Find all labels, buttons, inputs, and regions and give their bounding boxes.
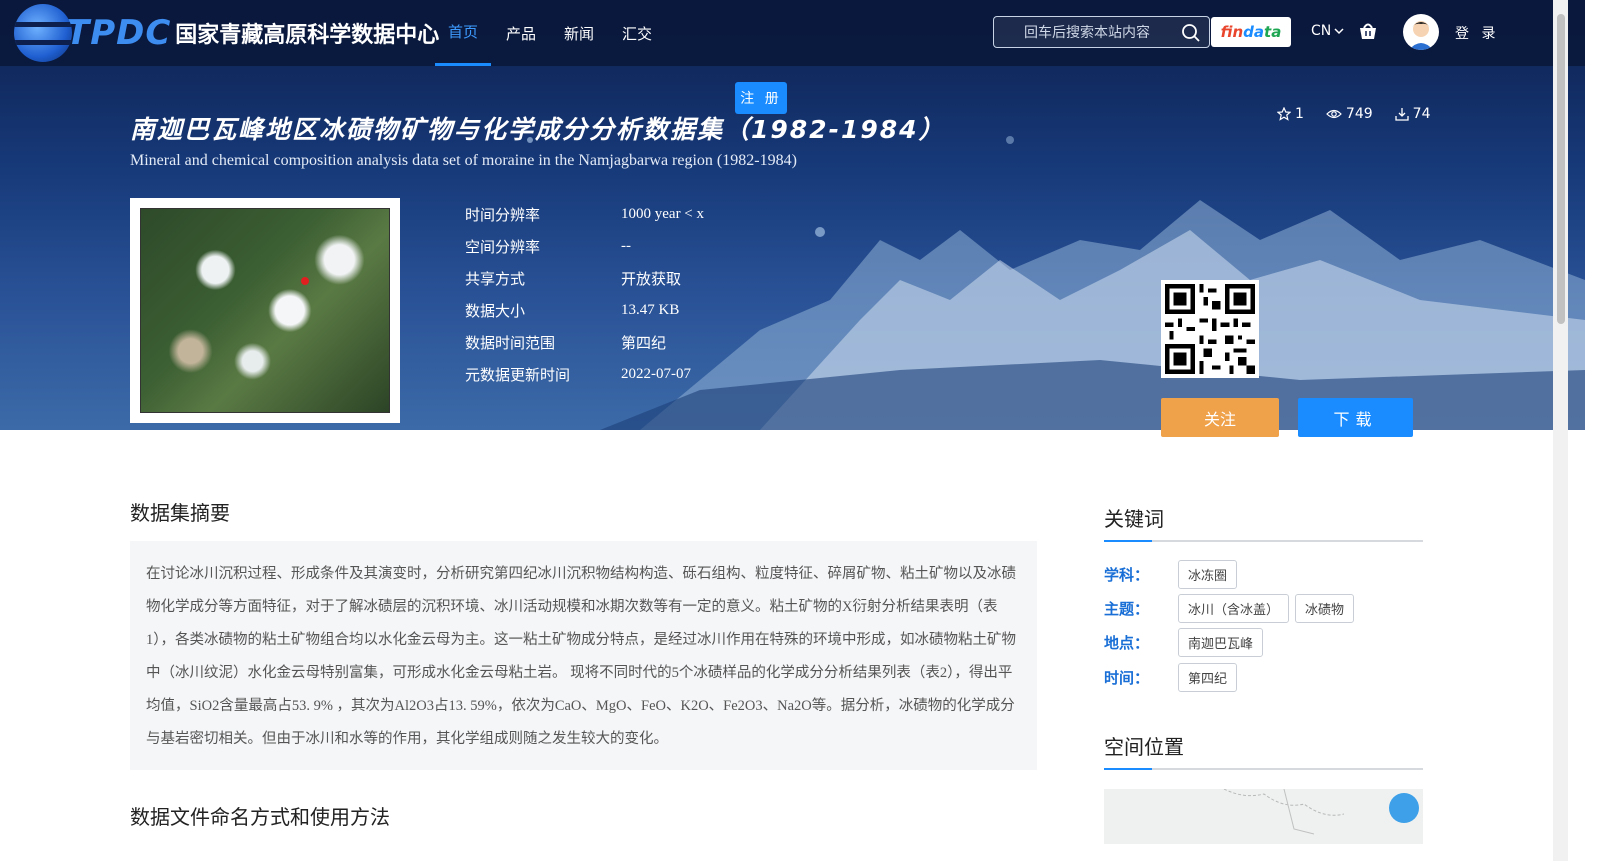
meta-value: 开放获取 <box>621 271 682 288</box>
eye-icon <box>1326 109 1342 119</box>
nav-item-products[interactable]: 产品 <box>493 0 549 66</box>
keyword-tag[interactable]: 南迦巴瓦峰 <box>1178 628 1264 657</box>
meta-key: 数据时间范围 <box>465 333 556 352</box>
scrollbar-thumb[interactable] <box>1557 14 1565 324</box>
search-box <box>993 16 1210 48</box>
page-scrollbar[interactable] <box>1553 0 1568 861</box>
follow-button[interactable]: 关注 <box>1161 398 1279 437</box>
logo-site-name: 国家青藏高原科学数据中心 <box>175 23 440 48</box>
dataset-metadata: 时间分辨率 1000 year < x 空间分辨率 -- 共享方式 开放获取 数据大小… <box>465 198 704 390</box>
meta-key: 数据大小 <box>465 301 526 320</box>
logo-tpdc-text: TPDC <box>66 13 172 53</box>
language-switcher[interactable]: CN <box>1311 23 1345 39</box>
nav-item-submit[interactable]: 汇交 <box>609 0 665 66</box>
cart-icon[interactable] <box>1357 20 1379 46</box>
site-logo[interactable]: TPDC 国家青藏高原科学数据中心 <box>14 4 439 62</box>
meta-key: 时间分辨率 <box>465 205 541 224</box>
location-heading: 空间位置 <box>1104 731 1423 770</box>
dataset-title-cn: 南迦巴瓦峰地区冰碛物矿物与化学成分分析数据集（1982-1984） <box>130 115 946 144</box>
findata-text-part1: fin <box>1220 23 1244 41</box>
meta-row: 数据时间范围 第四纪 <box>465 326 704 358</box>
meta-key: 元数据更新时间 <box>465 365 571 384</box>
search-input[interactable] <box>994 17 1164 47</box>
qr-code <box>1161 280 1259 378</box>
nav-item-news[interactable]: 新闻 <box>551 0 607 66</box>
location-map[interactable] <box>1104 789 1423 844</box>
keyword-row-subject: 学科： 冰冻圈 <box>1104 560 1243 589</box>
favorite-count[interactable]: 1 <box>1277 106 1304 122</box>
meta-row: 时间分辨率 1000 year < x <box>465 198 704 230</box>
meta-row: 元数据更新时间 2022-07-07 <box>465 358 704 390</box>
meta-key: 空间分辨率 <box>465 237 541 256</box>
keyword-row-time: 时间： 第四纪 <box>1104 663 1243 692</box>
keyword-label: 时间： <box>1104 669 1150 687</box>
language-label: CN <box>1311 23 1332 39</box>
meta-value: 13.47 KB <box>621 301 680 318</box>
abstract-text: 在讨论冰川沉积过程、形成条件及其演变时，分析研究第四纪冰川沉积物结构构造、砾石组… <box>130 541 1037 770</box>
keyword-tag[interactable]: 第四纪 <box>1178 663 1238 692</box>
download-count-value: 74 <box>1412 106 1431 122</box>
top-navbar: TPDC 国家青藏高原科学数据中心 首页 产品 新闻 汇交 findata CN… <box>0 0 1585 66</box>
keyword-label: 主题： <box>1104 600 1150 618</box>
star-icon <box>1277 107 1291 121</box>
dataset-thumbnail[interactable] <box>130 198 400 423</box>
user-avatar[interactable] <box>1403 14 1439 50</box>
keyword-tag[interactable]: 冰川（含冰盖） <box>1178 594 1290 623</box>
meta-value: 2022-07-07 <box>621 365 691 382</box>
keyword-tag[interactable]: 冰冻圈 <box>1178 560 1238 589</box>
nav-item-home[interactable]: 首页 <box>435 0 492 66</box>
location-pin-icon <box>301 277 309 285</box>
meta-value: -- <box>621 237 631 254</box>
meta-row: 空间分辨率 -- <box>465 230 704 262</box>
map-boundary-lines <box>1223 789 1345 835</box>
dataset-stats: 1 749 74 <box>1277 106 1430 122</box>
download-icon <box>1395 108 1409 121</box>
view-count: 749 <box>1326 106 1373 122</box>
main-menu: 首页 产品 新闻 汇交 <box>435 0 667 66</box>
meta-value: 1000 year < x <box>621 205 705 222</box>
chevron-down-icon <box>1334 28 1344 35</box>
download-button[interactable]: 下载 <box>1298 398 1413 437</box>
meta-row: 数据大小 13.47 KB <box>465 294 704 326</box>
meta-key: 共享方式 <box>465 269 526 288</box>
keyword-label: 学科： <box>1104 566 1150 584</box>
findata-button[interactable]: fin da ta <box>1211 17 1291 47</box>
keyword-row-place: 地点： 南迦巴瓦峰 <box>1104 628 1269 657</box>
findata-text-part2: da <box>1243 23 1265 41</box>
meta-value: 第四纪 <box>621 335 667 352</box>
view-count-value: 749 <box>1345 106 1373 122</box>
keyword-tag[interactable]: 冰碛物 <box>1295 594 1355 623</box>
keyword-row-theme: 主题： 冰川（含冰盖） 冰碛物 <box>1104 594 1360 623</box>
search-icon[interactable] <box>1181 23 1201 47</box>
keywords-heading: 关键词 <box>1104 503 1423 542</box>
satellite-map-image <box>140 208 390 413</box>
findata-text-part3: ta <box>1264 23 1282 41</box>
globe-logo-icon <box>14 4 72 62</box>
login-link[interactable]: 登 录 <box>1455 23 1499 43</box>
dataset-title-en: Mineral and chemical composition analysi… <box>130 152 797 169</box>
favorite-count-value: 1 <box>1295 106 1304 122</box>
keyword-label: 地点： <box>1104 634 1150 652</box>
qr-code-icon <box>1165 284 1255 374</box>
meta-row: 共享方式 开放获取 <box>465 262 704 294</box>
fullscreen-map-icon[interactable] <box>1389 793 1419 823</box>
download-count: 74 <box>1395 106 1431 122</box>
usage-heading: 数据文件命名方式和使用方法 <box>130 805 390 829</box>
abstract-heading: 数据集摘要 <box>130 501 230 525</box>
